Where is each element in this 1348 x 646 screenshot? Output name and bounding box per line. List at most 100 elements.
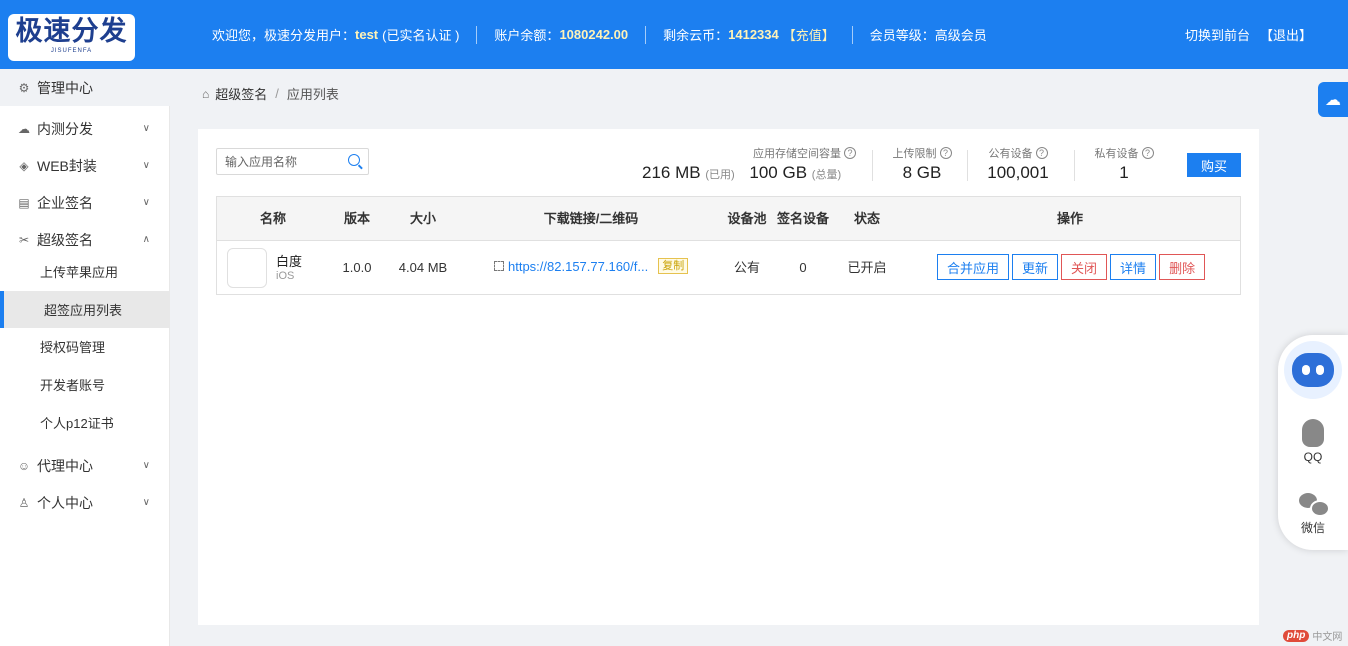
- buy-button[interactable]: 购买: [1187, 153, 1241, 177]
- column-header-actions: 操作: [1056, 211, 1083, 226]
- storage-used: 216 MB: [642, 163, 701, 182]
- sidebar-item-personal-center[interactable]: ♙ 个人中心 ∨: [0, 484, 170, 521]
- wechat-icon: [1299, 493, 1330, 517]
- logo-subtext: JISUFENFA: [50, 48, 93, 54]
- app-list-card: 应用存储空间容量 ? 216 MB (已用) 100 GB (总量) 上传限制 …: [198, 129, 1259, 625]
- sidebar-subitem-super-app-list[interactable]: 超签应用列表: [0, 291, 170, 328]
- home-icon[interactable]: ⌂: [202, 87, 209, 101]
- table-header: 名称 版本 大小 下载链接/二维码 设备池 签名设备 状态 操作: [217, 197, 1240, 241]
- app-size: 4.04 MB: [398, 260, 448, 275]
- chevron-down-icon: ∨: [142, 197, 150, 208]
- public-label-row: 公有设备 ?: [982, 145, 1054, 161]
- copy-button[interactable]: 复制: [658, 258, 689, 274]
- merge-app-button[interactable]: 合并应用: [937, 254, 1010, 280]
- welcome-prefix: 欢迎您，极速分发用户：: [212, 28, 356, 43]
- app-version: 1.0.0: [342, 260, 372, 275]
- sidebar-item-label: 企业签名: [37, 194, 93, 211]
- site-logo[interactable]: 极速分发 JISUFENFA: [8, 14, 135, 61]
- robot-avatar-icon[interactable]: [1284, 341, 1342, 399]
- chevron-down-icon: ∨: [142, 497, 150, 508]
- signed-device-count: 0: [799, 260, 807, 275]
- sidebar-subitem-label: 超签应用列表: [44, 303, 123, 318]
- details-button[interactable]: 详情: [1110, 254, 1157, 280]
- column-header-signed-devices: 签名设备: [776, 211, 829, 226]
- sidebar-item-beta-distribution[interactable]: ☁ 内测分发 ∨: [0, 110, 170, 147]
- sidebar-subitem-upload-ios[interactable]: 上传苹果应用: [0, 253, 170, 290]
- qq-contact[interactable]: QQ: [1278, 419, 1348, 464]
- watermark-site: 中文网: [1312, 632, 1343, 643]
- storage-label: 应用存储空间容量: [753, 148, 841, 160]
- storage-values: 216 MB (已用) 100 GB (总量): [642, 163, 856, 183]
- close-button[interactable]: 关闭: [1061, 254, 1108, 280]
- upload-label-row: 上传限制 ?: [892, 145, 952, 161]
- switch-front-link[interactable]: 切换到前台: [1185, 25, 1250, 44]
- username: test: [355, 27, 379, 42]
- logout-link[interactable]: 【退出】: [1260, 25, 1312, 44]
- cloud-service-tab[interactable]: ☁: [1318, 82, 1348, 117]
- coins-label: 剩余云币：: [663, 28, 729, 43]
- sidebar-item-web-wrap[interactable]: ◈ WEB封装 ∨: [0, 147, 170, 184]
- sidebar-subitem-developer-accounts[interactable]: 开发者账号: [0, 366, 170, 403]
- help-icon[interactable]: ?: [939, 147, 952, 159]
- wechat-contact[interactable]: 微信: [1278, 493, 1348, 536]
- search-input[interactable]: [217, 149, 337, 174]
- sidebar-item-label: 代理中心: [37, 457, 93, 474]
- sidebar-subitem-label: 上传苹果应用: [40, 265, 119, 280]
- watermark: php 中文网: [1283, 628, 1342, 643]
- top-header: 极速分发 JISUFENFA 欢迎您，极速分发用户： test (已实名认证 )…: [0, 0, 1348, 69]
- sidebar-subitem-auth-codes[interactable]: 授权码管理: [0, 328, 170, 365]
- sidebar: ⚙ 管理中心 ☁ 内测分发 ∨ ◈ WEB封装 ∨ ▤ 企业签名 ∨ ✂ 超级签…: [0, 69, 170, 646]
- recharge-link[interactable]: 【充值】: [783, 25, 835, 44]
- app-status: 已开启: [847, 260, 887, 275]
- document-icon: ▤: [18, 195, 30, 210]
- breadcrumb: ⌂ 超级签名 / 应用列表: [202, 84, 339, 103]
- divider: [645, 25, 647, 44]
- public-devices-stat: 公有设备 ? 100,001: [982, 145, 1054, 183]
- divider: [872, 150, 873, 181]
- sidebar-item-agent-center[interactable]: ☺ 代理中心 ∨: [0, 447, 170, 484]
- sidebar-item-label: 个人中心: [37, 494, 93, 511]
- search-icon[interactable]: [348, 154, 360, 166]
- cloud-icon: ☁: [1325, 91, 1341, 109]
- public-label: 公有设备: [988, 148, 1033, 160]
- divider: [851, 25, 853, 44]
- device-pool: 公有: [733, 260, 760, 275]
- chevron-down-icon: ∨: [142, 123, 150, 134]
- sidebar-item-label: 超级签名: [37, 231, 93, 248]
- download-cell: https://82.157.77.160/f... 复制: [494, 258, 689, 274]
- sidebar-item-label: 内测分发: [37, 120, 93, 137]
- upload-label: 上传限制: [892, 148, 937, 160]
- breadcrumb-separator: /: [275, 86, 279, 101]
- logo-text: 极速分发: [15, 16, 128, 47]
- action-buttons: 合并应用 更新 关闭 详情 删除: [937, 254, 1206, 280]
- column-header-status: 状态: [853, 211, 880, 226]
- delete-button[interactable]: 删除: [1159, 254, 1206, 280]
- help-icon[interactable]: ?: [844, 147, 856, 159]
- chevron-down-icon: ∨: [142, 460, 150, 471]
- sidebar-item-label: 管理中心: [37, 79, 93, 96]
- sidebar-item-enterprise-sign[interactable]: ▤ 企业签名 ∨: [0, 184, 170, 221]
- breadcrumb-parent[interactable]: 超级签名: [215, 84, 267, 103]
- app-icon: [227, 248, 267, 288]
- download-link[interactable]: https://82.157.77.160/f...: [508, 259, 648, 274]
- contact-panel: QQ 微信: [1278, 335, 1348, 550]
- qq-label: QQ: [1303, 450, 1323, 464]
- qrcode-icon[interactable]: [494, 261, 504, 271]
- update-button[interactable]: 更新: [1012, 254, 1059, 280]
- column-header-download: 下载链接/二维码: [543, 211, 639, 226]
- public-value: 100,001: [987, 163, 1049, 182]
- tools-icon: ✂: [18, 232, 30, 247]
- qq-icon: [1302, 419, 1324, 447]
- help-icon[interactable]: ?: [1141, 147, 1154, 159]
- sidebar-subitem-label: 开发者账号: [40, 378, 106, 393]
- divider: [967, 150, 968, 181]
- help-icon[interactable]: ?: [1035, 147, 1048, 159]
- robot-face: [1292, 353, 1334, 387]
- chevron-up-icon: ∧: [142, 234, 150, 245]
- sidebar-item-admin-center[interactable]: ⚙ 管理中心: [0, 69, 170, 106]
- sidebar-subitem-label: 授权码管理: [40, 340, 106, 355]
- upload-limit-stat: 上传限制 ? 8 GB: [892, 145, 952, 183]
- divider: [1074, 150, 1075, 181]
- sidebar-subitem-p12-cert[interactable]: 个人p12证书: [0, 404, 170, 441]
- cube-icon: ◈: [19, 158, 29, 173]
